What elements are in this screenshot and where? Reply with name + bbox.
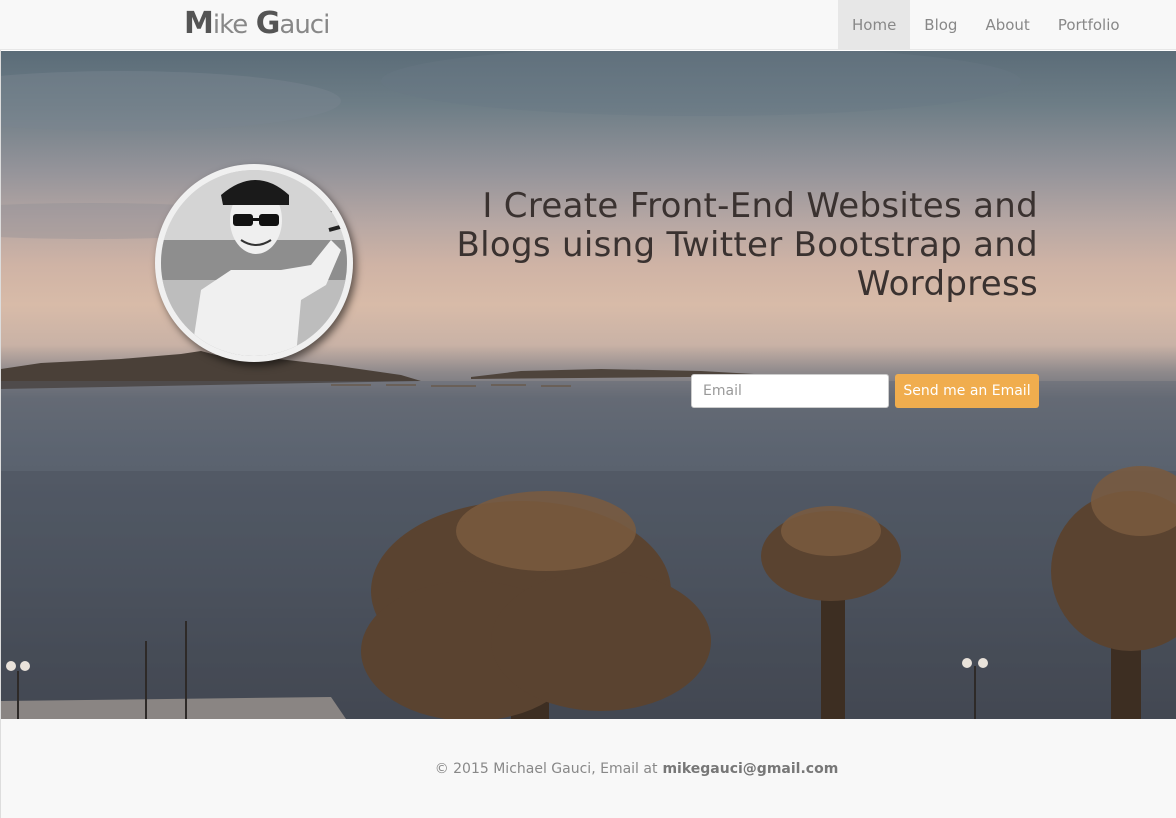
footer-copyright: © 2015 Michael Gauci, Email at [434,760,658,777]
brand-last-rest: auci [279,10,330,40]
nav-item-blog[interactable]: Blog [910,0,971,50]
email-input[interactable] [691,374,889,408]
hero-headline: I Create Front-End Websites and Blogs ui… [418,187,1038,304]
profile-avatar-frame [155,164,353,362]
nav-item-portfolio[interactable]: Portfolio [1044,0,1134,50]
headline-line-2: Blogs uisng Twitter Bootstrap and [456,225,1038,265]
brand-first-initial: M [184,6,214,41]
nav-item-about[interactable]: About [971,0,1043,50]
send-email-button[interactable]: Send me an Email [895,374,1039,408]
brand-logo[interactable]: Mike Gauci [184,6,330,41]
brand-last-initial: G [255,6,281,41]
headline-line-1: I Create Front-End Websites and [482,186,1038,226]
footer: © 2015 Michael Gauci, Email at mikegauci… [1,719,1176,818]
profile-photo-image [161,170,347,356]
navbar: Mike Gauci Home Blog About Portfolio [0,0,1176,50]
footer-email-link[interactable]: mikegauci@gmail.com [662,761,838,777]
headline-line-3: Wordpress [856,264,1038,304]
nav-menu: Home Blog About Portfolio [838,0,1134,50]
nav-item-home[interactable]: Home [838,0,911,50]
brand-first-rest: ike [212,10,248,40]
hero-section: I Create Front-End Websites and Blogs ui… [1,51,1176,719]
profile-avatar [161,170,347,356]
